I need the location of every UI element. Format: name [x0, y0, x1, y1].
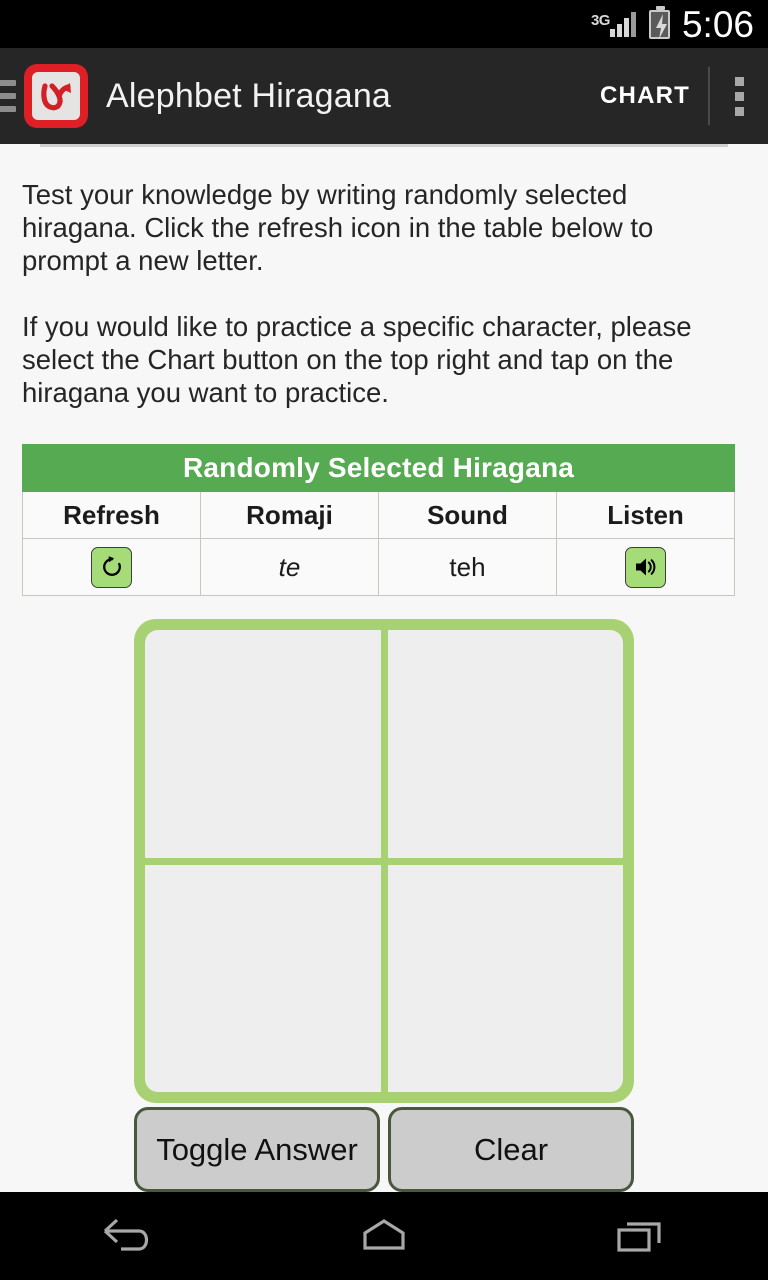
network-type-label: 3G	[590, 12, 611, 29]
battery-charging-icon	[648, 5, 670, 39]
back-icon[interactable]	[73, 1192, 183, 1280]
refresh-cell	[22, 538, 201, 596]
drawing-canvas[interactable]	[134, 619, 634, 1103]
table-banner-row: Randomly Selected Hiragana	[21, 444, 736, 492]
action-bar-underline	[40, 144, 728, 147]
instruction-paragraph-1: Test your knowledge by writing randomly …	[22, 179, 654, 276]
table-header-row: Refresh Romaji Sound Listen	[22, 491, 736, 539]
listen-cell	[555, 538, 736, 596]
toggle-answer-button[interactable]: Toggle Answer	[134, 1107, 380, 1192]
clock-time: 5:06	[681, 3, 754, 45]
instruction-paragraph-2: If you would like to practice a specific…	[22, 311, 692, 408]
hiragana-table-wrapper: Randomly Selected Hiragana Refresh Romaj…	[21, 444, 746, 596]
signal-bars-icon: 3G	[591, 11, 639, 37]
refresh-icon[interactable]	[91, 546, 132, 588]
home-icon[interactable]	[329, 1192, 439, 1280]
hamburger-menu-icon[interactable]	[0, 80, 16, 112]
table-banner: Randomly Selected Hiragana	[21, 444, 736, 492]
phone-screen: 3G 5:06 Alephbet Hiragana CHART Test you…	[0, 0, 768, 1280]
app-title: Alephbet Hiragana	[106, 76, 392, 115]
canvas-quadrant-top-right[interactable]	[387, 630, 623, 858]
main-content: Test your knowledge by writing randomly …	[0, 144, 768, 1192]
clear-button[interactable]: Clear	[388, 1107, 634, 1192]
column-header-romaji: Romaji	[200, 491, 379, 539]
column-header-refresh: Refresh	[22, 491, 201, 539]
signal-strength-bars	[609, 11, 636, 37]
canvas-quadrant-top-left[interactable]	[145, 630, 381, 858]
canvas-quadrant-bottom-left[interactable]	[145, 864, 381, 1092]
canvas-button-row: Toggle Answer Clear	[134, 1107, 634, 1192]
column-header-listen: Listen	[555, 491, 736, 539]
status-bar: 3G 5:06	[0, 0, 768, 48]
speaker-icon[interactable]	[625, 546, 667, 588]
overflow-menu-icon[interactable]	[710, 48, 768, 144]
sound-value: teh	[378, 538, 557, 596]
canvas-quadrant-bottom-right[interactable]	[387, 864, 623, 1092]
android-nav-bar	[0, 1192, 768, 1280]
action-bar: Alephbet Hiragana CHART	[0, 48, 768, 147]
app-logo-hiragana-hi-icon	[25, 65, 87, 127]
column-header-sound: Sound	[378, 491, 557, 539]
romaji-value: te	[200, 538, 379, 596]
table-row: te teh	[22, 538, 736, 596]
recents-icon[interactable]	[585, 1192, 695, 1280]
randomly-selected-hiragana-table: Randomly Selected Hiragana Refresh Romaj…	[21, 444, 736, 596]
chart-button[interactable]: CHART	[582, 48, 708, 144]
